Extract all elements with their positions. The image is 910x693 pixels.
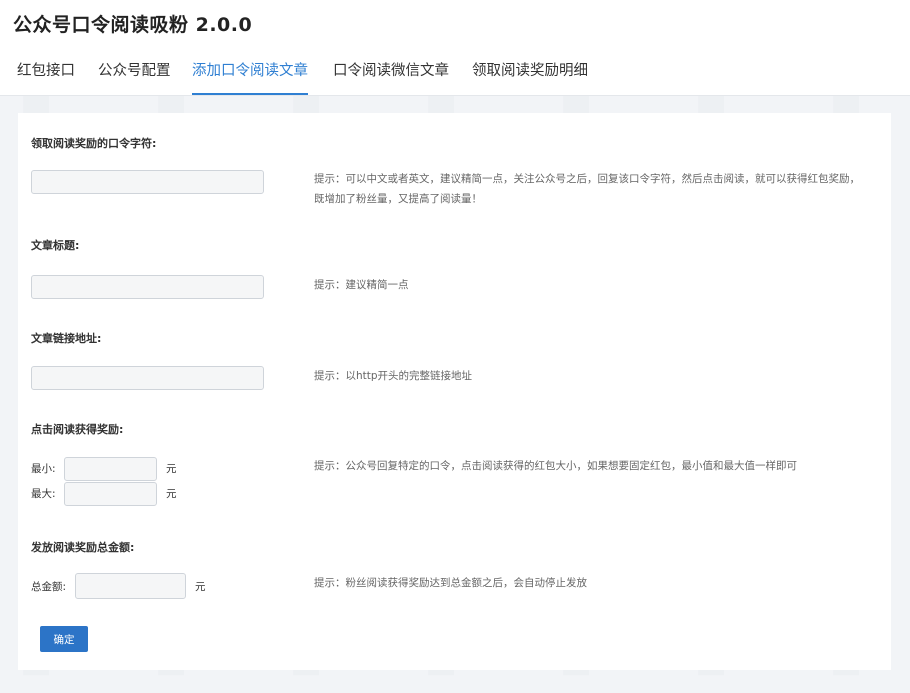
total-label: 总金额: [31, 581, 67, 593]
reward-max-input[interactable] [64, 482, 157, 506]
tab-official-account-config[interactable]: 公众号配置 [98, 52, 171, 93]
total-amount-input[interactable] [75, 573, 186, 599]
app-header: 公众号口令阅读吸粉 2.0.0 红包接口 公众号配置 添加口令阅读文章 口令阅读… [0, 0, 910, 96]
article-title-hint: 提示：建议精简一点 [314, 279, 409, 291]
total-hint: 提示：粉丝阅读获得奖励达到总金额之后，会自动停止发放 [314, 577, 587, 589]
article-url-input[interactable] [31, 366, 264, 390]
article-title-input[interactable] [31, 275, 264, 299]
reward-min-unit: 元 [166, 463, 177, 475]
form-panel: 领取阅读奖励的口令字符: 提示：可以中文或者英文，建议精简一点，关注公众号之后，… [18, 113, 891, 670]
keyword-hint-line2: 既增加了粉丝量，又提高了阅读量！ [314, 193, 482, 205]
reward-min-label: 最小: [31, 463, 56, 475]
total-section-title: 发放阅读奖励总金额: [31, 541, 135, 554]
keyword-hint-line1: 提示：可以中文或者英文，建议精简一点，关注公众号之后，回复该口令字符，然后点击阅… [314, 173, 860, 185]
article-title-section-title: 文章标题: [31, 239, 80, 252]
submit-button[interactable]: 确定 [40, 626, 88, 652]
tab-bar: 红包接口 公众号配置 添加口令阅读文章 口令阅读微信文章 领取阅读奖励明细 [0, 52, 910, 95]
keyword-hint: 提示：可以中文或者英文，建议精简一点，关注公众号之后，回复该口令字符，然后点击阅… [314, 169, 860, 209]
tab-reward-details[interactable]: 领取阅读奖励明细 [472, 52, 588, 93]
keyword-input[interactable] [31, 170, 264, 194]
tab-add-article[interactable]: 添加口令阅读文章 [192, 52, 308, 95]
reward-section-title: 点击阅读获得奖励: [31, 423, 124, 436]
reward-max-unit: 元 [166, 488, 177, 500]
article-url-section-title: 文章链接地址: [31, 332, 102, 345]
total-unit: 元 [195, 581, 206, 593]
reward-min-input[interactable] [64, 457, 157, 481]
keyword-section-title: 领取阅读奖励的口令字符: [31, 137, 157, 150]
tab-red-packet-api[interactable]: 红包接口 [17, 52, 75, 93]
app-title: 公众号口令阅读吸粉 2.0.0 [13, 14, 253, 36]
reward-hint: 提示：公众号回复特定的口令，点击阅读获得的红包大小，如果想要固定红包，最小值和最… [314, 460, 797, 472]
article-url-hint: 提示：以http开头的完整链接地址 [314, 370, 473, 382]
tab-article-list[interactable]: 口令阅读微信文章 [333, 52, 449, 93]
reward-max-label: 最大: [31, 488, 56, 500]
